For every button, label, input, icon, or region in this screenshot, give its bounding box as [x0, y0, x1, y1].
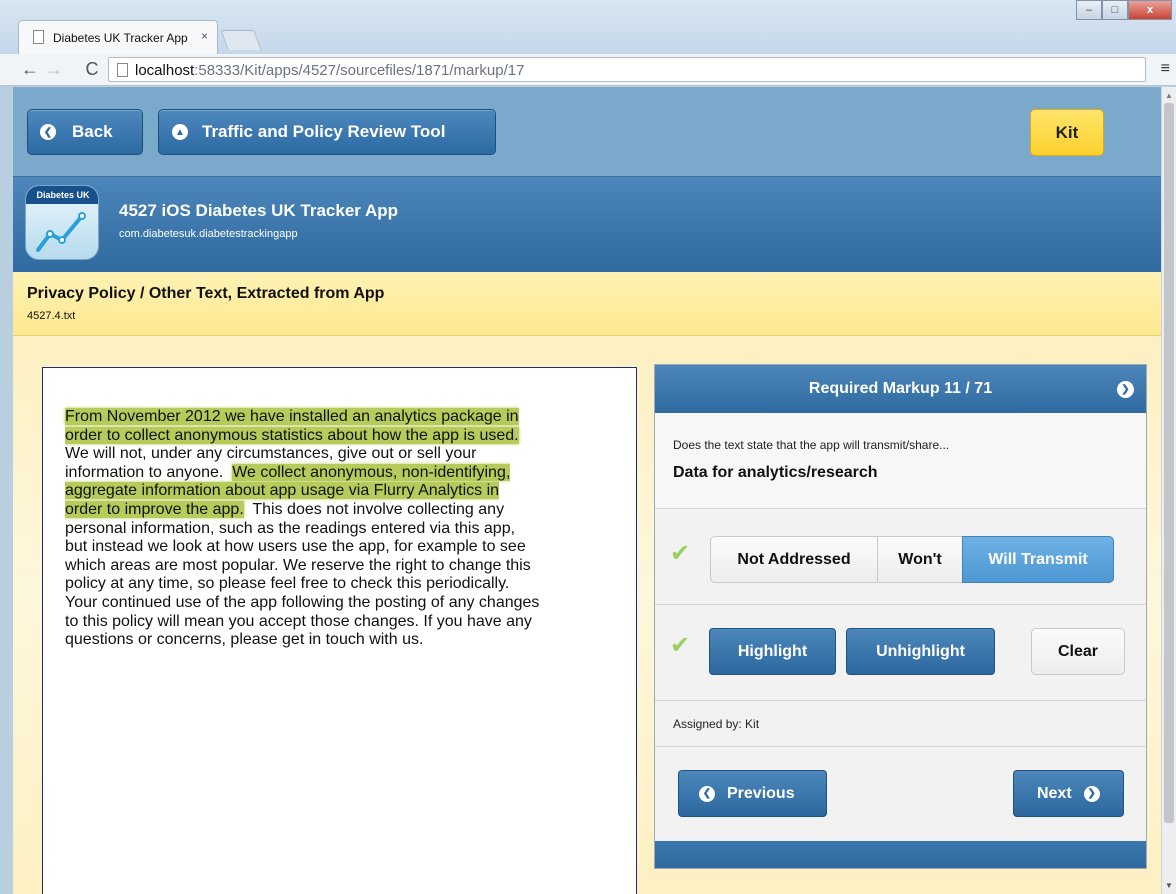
url-text: localhost:58333/Kit/apps/4527/sourcefile…: [135, 62, 524, 79]
wont-button[interactable]: Won't: [877, 536, 963, 583]
top-navbar: ❮ Back ▲ Traffic and Policy Review Tool …: [13, 87, 1161, 176]
back-button[interactable]: ❮ Back: [27, 109, 143, 155]
app-header: Diabetes UK 4527 iOS Diabetes UK Tracker…: [13, 176, 1161, 272]
url-path: :58333/Kit/apps/4527/sourcefiles/1871/ma…: [194, 62, 525, 79]
line-graph-icon: [36, 212, 86, 252]
previous-button[interactable]: ❮ Previous: [678, 770, 827, 817]
policy-line: From November 2012 we have installed an …: [65, 408, 519, 425]
question-section: Does the text state that the app will tr…: [655, 413, 1146, 509]
previous-label: Previous: [727, 784, 795, 802]
question-prompt: Does the text state that the app will tr…: [673, 438, 950, 452]
tab-title: Diabetes UK Tracker App: [53, 31, 188, 45]
checkmark-icon: ✔: [670, 540, 691, 567]
chevron-left-icon: ❮: [40, 124, 56, 140]
app-icon-label: Diabetes UK: [26, 186, 98, 204]
policy-line: information to anyone.: [65, 463, 224, 481]
policy-text[interactable]: From November 2012 we have installed an …: [65, 408, 625, 650]
policy-line: We will not, under any circumstances, gi…: [65, 445, 477, 463]
document-filename: 4527.4.txt: [27, 310, 76, 322]
assigned-by: Assigned by: Kit: [673, 717, 760, 731]
pagination-section: ❮ Previous Next ❯: [655, 747, 1146, 841]
new-tab-button[interactable]: [220, 30, 262, 50]
highlight-section: ✔ Highlight Unhighlight Clear: [655, 605, 1146, 701]
browser-tab[interactable]: Diabetes UK Tracker App ×: [18, 20, 218, 54]
tab-close-icon[interactable]: ×: [201, 29, 208, 43]
question-text: Data for analytics/research: [673, 464, 878, 481]
maximize-button[interactable]: □: [1102, 0, 1128, 20]
policy-line: Your continued use of the app following …: [65, 593, 540, 611]
assigned-section: Assigned by: Kit: [655, 701, 1146, 747]
minimize-button[interactable]: –: [1076, 0, 1102, 20]
url-host: localhost: [135, 62, 195, 79]
window-controls: – □ x: [1076, 0, 1172, 20]
policy-text-panel[interactable]: From November 2012 we have installed an …: [42, 367, 637, 894]
app-title: 4527 iOS Diabetes UK Tracker App: [119, 201, 399, 220]
user-button[interactable]: Kit: [1030, 109, 1104, 156]
markup-panel-header[interactable]: Required Markup 11 / 71 ❯: [655, 365, 1146, 413]
page-viewport: ❮ Back ▲ Traffic and Policy Review Tool …: [13, 87, 1161, 894]
policy-line: aggregate information about app usage vi…: [65, 482, 500, 500]
scroll-up-icon[interactable]: ▲: [1165, 91, 1173, 100]
back-arrow-icon[interactable]: ←: [20, 59, 40, 79]
back-label: Back: [72, 122, 113, 141]
next-button[interactable]: Next ❯: [1013, 770, 1124, 817]
answer-section: ✔ Not Addressed Won't Will Transmit: [655, 509, 1146, 605]
vertical-scrollbar[interactable]: ▲ ▼: [1161, 87, 1176, 894]
not-addressed-button[interactable]: Not Addressed: [710, 536, 878, 583]
unhighlight-button[interactable]: Unhighlight: [846, 628, 995, 675]
policy-line: We collect anonymous, non-identifying,: [232, 463, 511, 481]
reload-icon[interactable]: C: [82, 59, 102, 79]
next-label: Next: [1037, 784, 1072, 802]
chevron-down-icon[interactable]: ❯: [1117, 381, 1134, 398]
policy-line: policy at any time, so please feel free …: [65, 575, 510, 593]
policy-line: to this policy will mean you accept thos…: [65, 612, 532, 630]
will-transmit-button[interactable]: Will Transmit: [962, 536, 1114, 583]
markup-panel-footer: [655, 841, 1146, 868]
policy-line: which areas are most popular. We reserve…: [65, 556, 531, 574]
document-header: Privacy Policy / Other Text, Extracted f…: [13, 272, 1161, 336]
home-icon: ▲: [172, 124, 188, 140]
scrollbar-thumb[interactable]: [1164, 103, 1174, 823]
scroll-down-icon[interactable]: ▼: [1165, 881, 1173, 890]
home-button[interactable]: ▲ Traffic and Policy Review Tool: [158, 109, 496, 155]
policy-line: This does not involve collecting any: [252, 500, 505, 518]
browser-toolbar: ← → C localhost:58333/Kit/apps/4527/sour…: [0, 54, 1176, 86]
document-title: Privacy Policy / Other Text, Extracted f…: [27, 285, 385, 302]
app-icon: Diabetes UK: [25, 185, 99, 260]
clear-button[interactable]: Clear: [1031, 628, 1125, 675]
highlighted-text[interactable]: From November 2012 we have installed an …: [65, 408, 519, 444]
policy-line: but instead we look at how users use the…: [65, 538, 526, 556]
address-bar[interactable]: localhost:58333/Kit/apps/4527/sourcefile…: [108, 57, 1146, 82]
menu-icon[interactable]: ≡: [1161, 60, 1170, 78]
policy-line: questions or concerns, please get in tou…: [65, 631, 424, 649]
policy-line: personal information, such as the readin…: [65, 519, 516, 537]
forward-arrow-icon[interactable]: →: [44, 59, 64, 79]
checkmark-icon: ✔: [670, 632, 691, 659]
page-icon: [117, 63, 128, 77]
close-window-button[interactable]: x: [1128, 0, 1172, 20]
policy-line: order to collect anonymous statistics ab…: [65, 426, 519, 444]
markup-panel: Required Markup 11 / 71 ❯ Does the text …: [654, 364, 1147, 869]
app-bundle-id: com.diabetesuk.diabetestrackingapp: [119, 228, 298, 240]
chevron-right-icon: ❯: [1083, 785, 1100, 802]
page-icon: [33, 30, 44, 44]
highlight-button[interactable]: Highlight: [709, 628, 836, 675]
chevron-left-icon: ❮: [699, 785, 715, 802]
markup-counter: Required Markup 11 / 71: [808, 380, 993, 397]
browser-tab-strip: Diabetes UK Tracker App × – □ x: [0, 0, 1176, 56]
policy-line: order to improve the app.: [65, 500, 244, 518]
home-label: Traffic and Policy Review Tool: [202, 122, 446, 141]
